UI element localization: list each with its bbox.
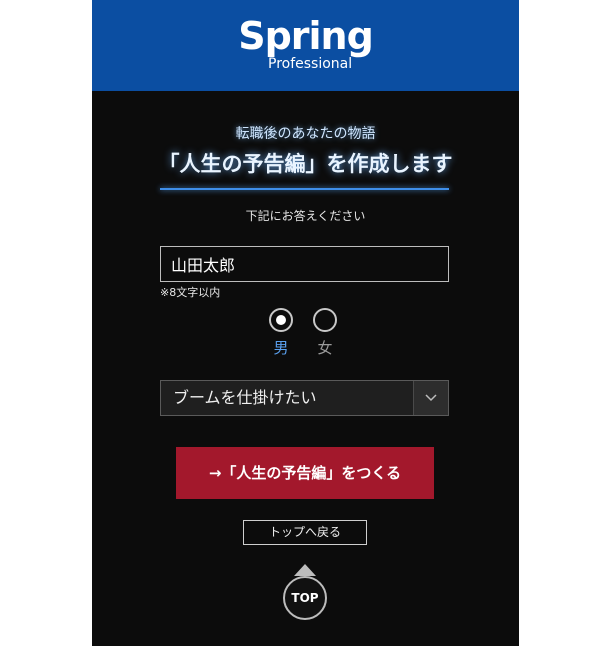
top-label: TOP (291, 591, 319, 605)
site-header: Spring Professional (92, 0, 519, 91)
page-title: 「人生の予告編」を作成します (158, 152, 453, 176)
radio-selected-dot (276, 315, 286, 325)
name-length-note: ※8文字以内 (160, 286, 221, 299)
gender-radio-male[interactable] (269, 308, 293, 332)
create-trailer-button[interactable]: →「人生の予告編」をつくる (176, 447, 434, 499)
form-instruction: 下記にお答えください (245, 209, 366, 223)
goal-select[interactable]: ブームを仕掛けたい (160, 380, 449, 416)
name-input[interactable] (160, 246, 449, 282)
gender-radio-female[interactable] (313, 308, 337, 332)
arrow-up-icon (294, 564, 316, 576)
goal-select-value: ブームを仕掛けたい (173, 388, 317, 407)
gender-label-female[interactable]: 女 (310, 339, 340, 357)
gender-label-male[interactable]: 男 (266, 339, 296, 357)
scroll-top-button[interactable]: TOP (283, 560, 327, 620)
chevron-down-icon (425, 394, 437, 402)
logo-spring[interactable]: Spring (92, 14, 519, 58)
app-screen: Spring Professional 転職後のあなたの物語 「人生の予告編」を… (92, 0, 519, 646)
back-to-top-button[interactable]: トップへ戻る (243, 520, 367, 545)
logo-professional: Professional (268, 56, 353, 72)
title-underline (160, 188, 449, 190)
page-subtitle: 転職後のあなたの物語 (235, 126, 376, 142)
select-arrow-button[interactable] (413, 381, 448, 415)
